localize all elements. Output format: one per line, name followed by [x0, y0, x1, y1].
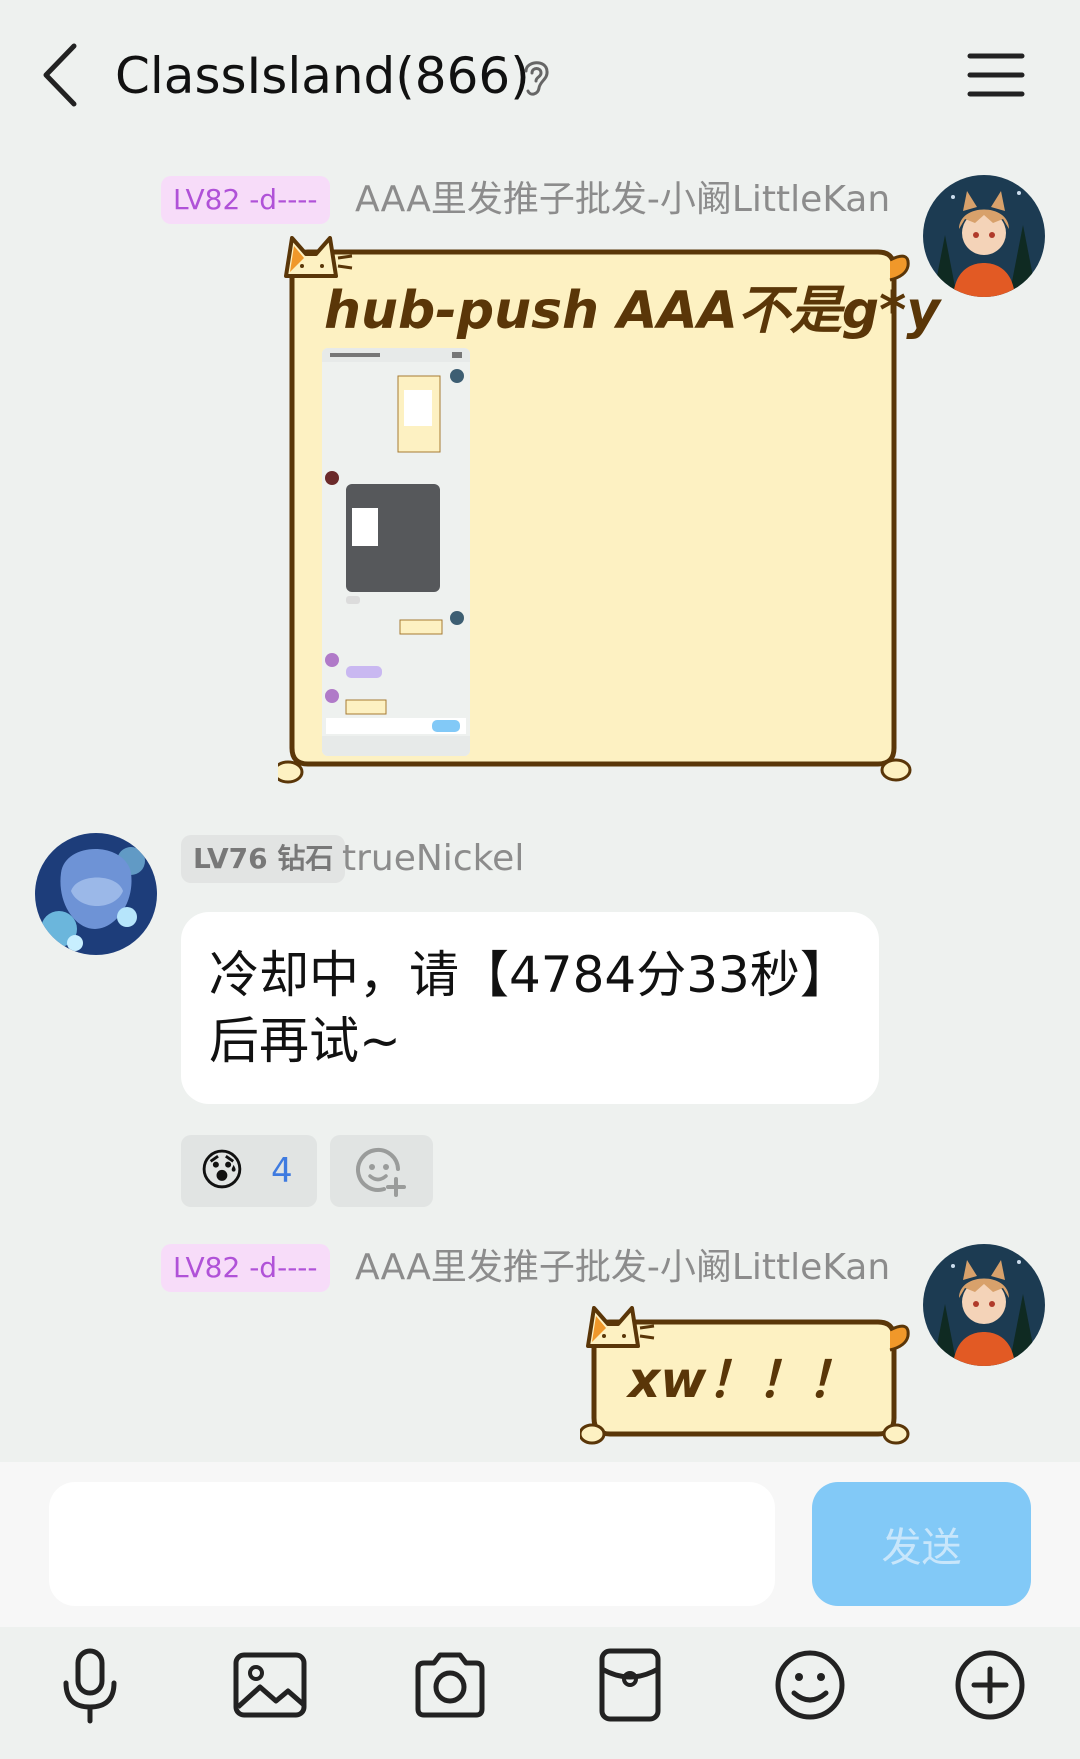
send-button[interactable]: 发送 [812, 1482, 1031, 1606]
emoji-icon[interactable] [770, 1645, 850, 1725]
fearful-face-emoji-icon: 😰 [199, 1145, 245, 1196]
plus-icon[interactable] [950, 1645, 1030, 1725]
cat-sticker-bubble[interactable]: xw！！！ [580, 1306, 914, 1446]
chat-header: ClassIsland(866) [0, 0, 1080, 150]
level-badge: LV82 -d---- [161, 1244, 330, 1292]
message-input[interactable] [49, 1482, 775, 1606]
avatar[interactable] [923, 1244, 1045, 1366]
menu-icon[interactable] [966, 50, 1026, 100]
sender-name[interactable]: trueNickel [342, 835, 524, 883]
sticker-text: xw！！！ [628, 1351, 857, 1409]
level-badge: LV82 -d---- [161, 176, 330, 224]
level-badge: LV76 钻石 [181, 835, 346, 883]
image-icon[interactable] [230, 1645, 310, 1725]
message-text: 冷却中，请【4784分33秒】后再试~ [209, 946, 825, 1070]
add-emoji-icon [356, 1147, 406, 1197]
chat-title[interactable]: ClassIsland(866) [115, 44, 530, 108]
message-bubble[interactable]: 冷却中，请【4784分33秒】后再试~ [181, 912, 879, 1104]
avatar[interactable] [35, 833, 157, 955]
reaction-chip[interactable]: 😰 4 [181, 1135, 317, 1207]
input-toolbar [0, 1627, 1080, 1759]
back-arrow-icon[interactable] [38, 40, 88, 110]
red-packet-icon[interactable] [590, 1645, 670, 1725]
reaction-count: 4 [271, 1151, 293, 1191]
sender-name[interactable]: AAA里发推子批发-小阚LittleKan [355, 1244, 890, 1292]
avatar[interactable] [923, 175, 1045, 297]
sender-name[interactable]: AAA里发推子批发-小阚LittleKan [355, 176, 890, 224]
sticker-text: hub-push AAA不是g*y [324, 281, 941, 341]
ear-icon[interactable] [518, 55, 554, 99]
image-attachment[interactable] [322, 348, 470, 756]
camera-icon[interactable] [410, 1645, 490, 1725]
add-reaction-button[interactable] [330, 1135, 433, 1207]
microphone-icon[interactable] [50, 1645, 130, 1725]
